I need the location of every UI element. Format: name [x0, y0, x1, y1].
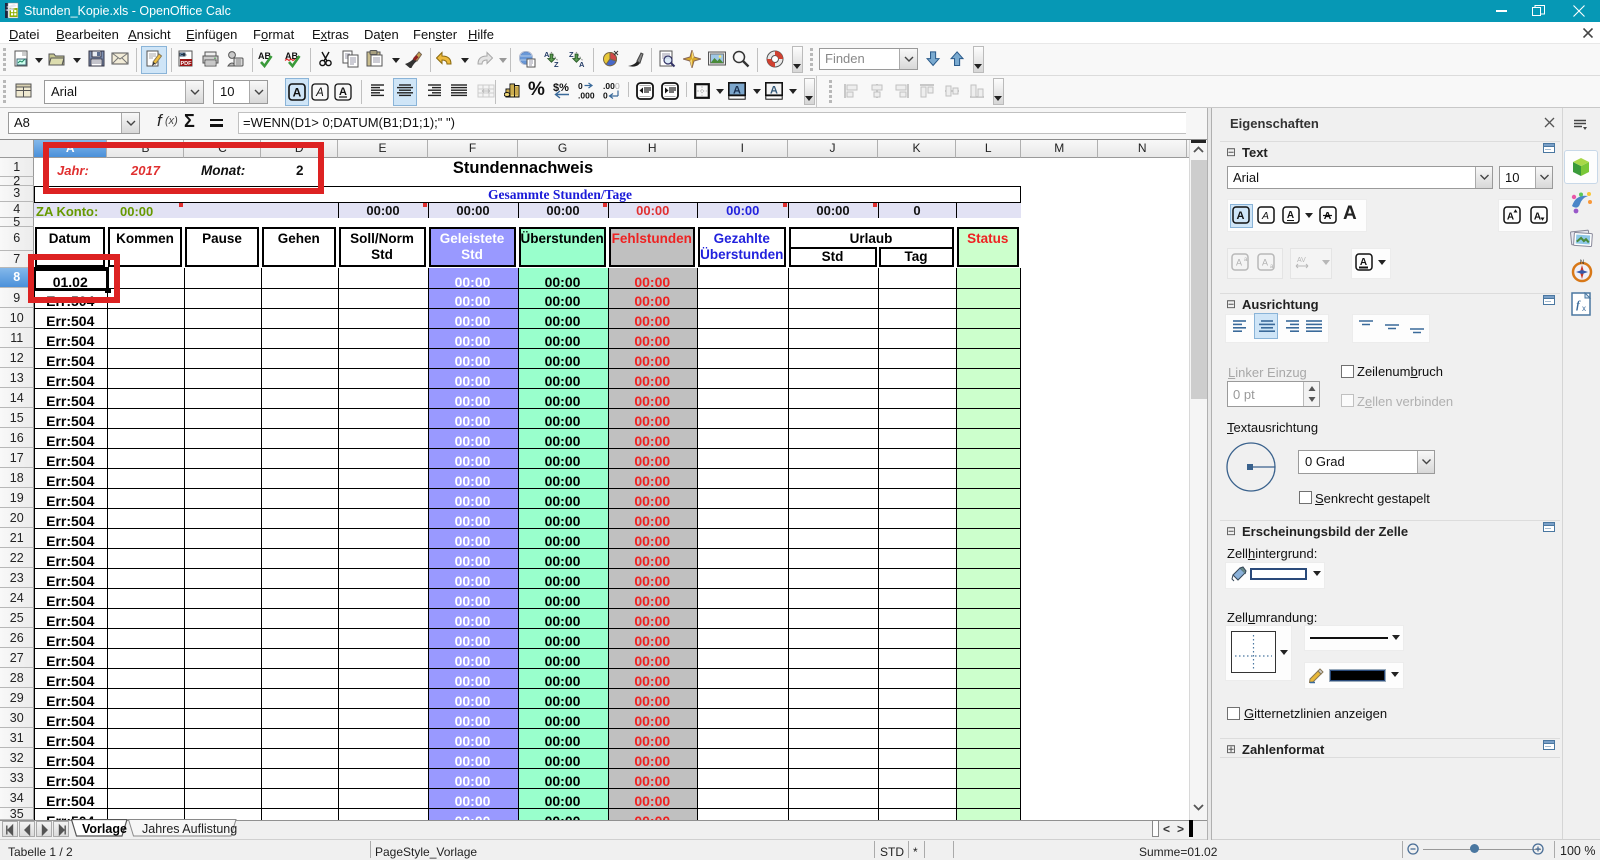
svg-text:0: 0 — [615, 82, 620, 91]
svg-text:A: A — [315, 87, 324, 99]
svg-text:0: 0 — [603, 91, 608, 101]
svg-text:PDF: PDF — [181, 61, 193, 67]
svg-text:A: A — [1237, 210, 1245, 222]
svg-text:N: N — [1580, 260, 1584, 266]
svg-text:.000: .000 — [578, 91, 595, 101]
svg-text:x: x — [1582, 304, 1586, 313]
svg-text:A: A — [770, 85, 778, 97]
svg-text:A: A — [579, 60, 585, 68]
svg-text:A: A — [1507, 212, 1514, 223]
svg-text:A: A — [339, 86, 347, 98]
svg-text:A: A — [733, 85, 741, 97]
svg-text:$%: $% — [553, 82, 569, 94]
svg-text:A: A — [544, 50, 550, 59]
svg-text:Z: Z — [569, 50, 574, 59]
svg-text:A: A — [1534, 212, 1541, 223]
svg-text:A: A — [1261, 210, 1269, 222]
svg-text:A: A — [1360, 257, 1367, 268]
svg-text:A: A — [1287, 210, 1294, 221]
svg-text:A: A — [293, 86, 302, 100]
svg-text:A: A — [1236, 258, 1242, 268]
svg-text:Z: Z — [554, 60, 559, 68]
svg-text:A: A — [1262, 258, 1268, 268]
svg-text:AV: AV — [1297, 257, 1306, 264]
